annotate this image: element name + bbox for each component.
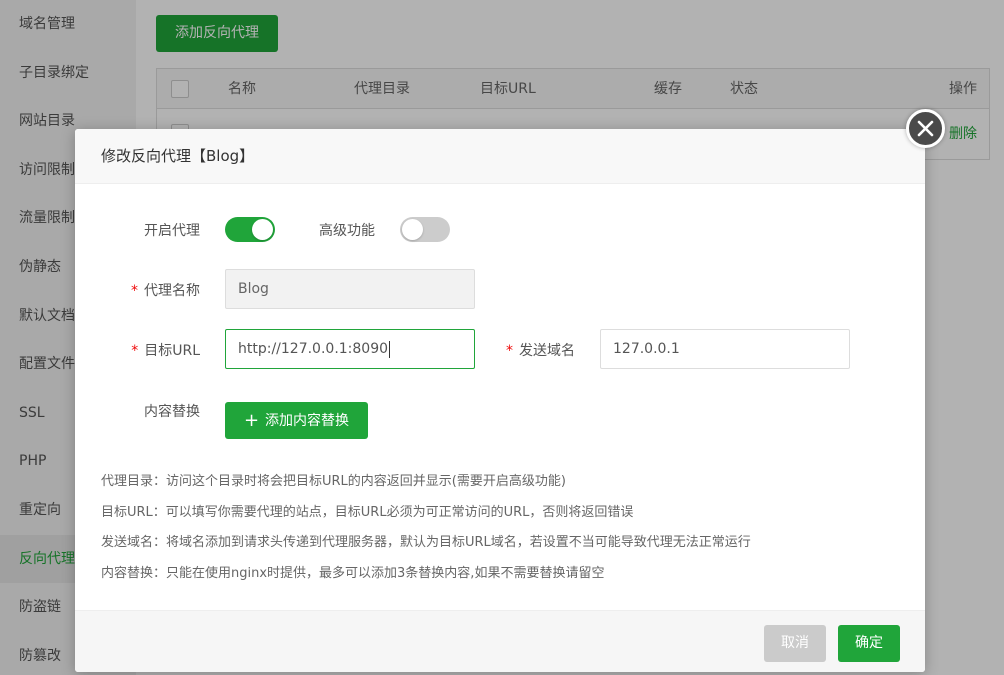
dialog-footer: 取消 确定 [75, 610, 925, 672]
proxy-name-input[interactable]: Blog [225, 269, 475, 309]
help-text-send-domain: 发送域名：将域名添加到请求头传递到代理服务器，默认为目标URL域名，若设置不当可… [101, 535, 751, 550]
dialog-header: 修改反向代理【Blog】 [75, 129, 925, 184]
toggle-knob [402, 219, 423, 240]
send-domain-label: * 发送域名 [475, 340, 575, 360]
help-text-content-replace: 内容替换：只能在使用nginx时提供，最多可以添加3条替换内容,如果不需要替换请… [101, 566, 605, 581]
confirm-button[interactable]: 确定 [838, 625, 900, 662]
send-domain-label-text: 发送域名 [519, 343, 575, 359]
help-text-proxy-dir: 代理目录：访问这个目录时将会把目标URL的内容返回并显示(需要开启高级功能) [101, 474, 566, 489]
toggle-knob [252, 219, 273, 240]
edit-proxy-dialog: 修改反向代理【Blog】 开启代理 高级功能 * 代理名称 Blog * 目标URL… [75, 129, 925, 672]
close-dialog-button[interactable] [906, 109, 945, 148]
enable-proxy-label: 开启代理 [144, 223, 200, 239]
close-icon [917, 120, 934, 137]
required-mark: * [506, 343, 513, 359]
add-content-replace-button[interactable]: + 添加内容替换 [225, 402, 368, 439]
target-url-input[interactable]: http://127.0.0.1:8090 [225, 329, 475, 369]
target-url-label: * 目标URL [95, 340, 200, 360]
enable-proxy-toggle[interactable] [225, 217, 275, 242]
add-content-replace-label: 添加内容替换 [265, 413, 350, 429]
dialog-title: 修改反向代理【Blog】 [101, 147, 255, 165]
content-replace-label: 内容替换 [144, 404, 200, 420]
advanced-toggle[interactable] [400, 217, 450, 242]
required-mark: * [131, 343, 139, 359]
proxy-name-label: * 代理名称 [95, 280, 200, 300]
target-url-value: http://127.0.0.1:8090 [238, 341, 389, 357]
target-url-label-text: 目标URL [144, 343, 200, 359]
help-text-target-url: 目标URL：可以填写你需要代理的站点，目标URL必须为可正常访问的URL，否则将… [101, 505, 634, 520]
text-cursor [389, 340, 391, 358]
plus-icon: + [243, 410, 260, 431]
send-domain-input[interactable]: 127.0.0.1 [600, 329, 850, 369]
proxy-name-label-text: 代理名称 [144, 283, 200, 299]
cancel-button[interactable]: 取消 [764, 625, 826, 662]
advanced-label: 高级功能 [319, 223, 375, 239]
required-mark: * [131, 283, 138, 299]
